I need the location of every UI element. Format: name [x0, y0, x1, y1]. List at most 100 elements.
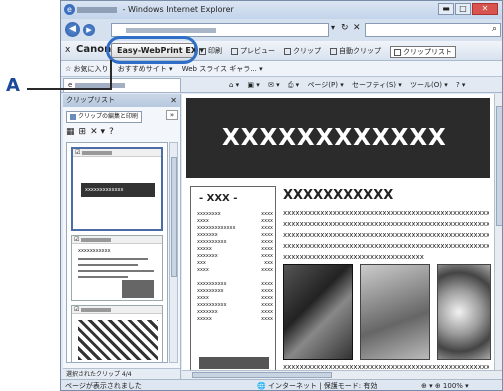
mail-button[interactable]: ✉ ▾: [268, 81, 280, 89]
callout-label: A: [6, 75, 20, 96]
clip-list-button[interactable]: クリップリスト: [390, 46, 456, 58]
refresh-icon[interactable]: ↻: [341, 23, 349, 33]
favorites-button[interactable]: ☆ お気に入り: [65, 65, 109, 73]
close-button[interactable]: ✕: [472, 3, 498, 15]
address-input[interactable]: [111, 23, 329, 37]
print-label: 印刷: [208, 47, 222, 55]
expand-icon[interactable]: »: [166, 110, 178, 120]
print-icon: [199, 47, 206, 55]
clip-line: [78, 264, 138, 266]
clip-panel-close-icon[interactable]: ✕: [170, 94, 177, 107]
article-line: xxxxxxxxxxxxxxxxxxxxxxxxxxxxxxxxxx: [283, 253, 424, 261]
sidebar-row-label: xxxxxxxxxx: [197, 239, 227, 245]
help-menu[interactable]: ? ▾: [456, 81, 465, 89]
callout-leader-line: [110, 60, 112, 90]
auto-clip-button[interactable]: 自動クリップ: [330, 46, 381, 58]
clip-button[interactable]: クリップ: [284, 46, 321, 58]
preview-button[interactable]: プレビュー: [231, 46, 275, 58]
feeds-button[interactable]: ▣ ▾: [247, 81, 259, 89]
clip-item[interactable]: ☑ xxxxxxxxxxx: [71, 235, 163, 301]
zoom-control[interactable]: ⊕ ▾ ⊕ 100% ▾: [421, 380, 469, 390]
cafe-photo: [283, 264, 353, 360]
stop-icon[interactable]: ✕: [353, 23, 361, 33]
back-button[interactable]: ◀: [65, 22, 80, 37]
sidebar-row: xxxxxxx xxxx: [197, 309, 273, 316]
view-grid-icon[interactable]: ▦: [66, 127, 75, 137]
search-icon[interactable]: ⌕: [492, 24, 497, 34]
maximize-button[interactable]: □: [455, 3, 471, 15]
page-vertical-scrollbar[interactable]: [494, 94, 502, 370]
ie-icon: e: [64, 4, 75, 15]
delete-icon[interactable]: ✕ ▾: [90, 127, 105, 137]
clip-title-blur: [82, 150, 113, 155]
sidebar-row-value: xxxx: [261, 302, 273, 308]
tools-menu[interactable]: ツール(O) ▾: [410, 81, 448, 89]
sidebar-row-label: xxxxxxxxx: [197, 288, 224, 294]
auto-clip-icon: [330, 47, 337, 55]
clip-checkbox[interactable]: ☑: [73, 149, 161, 157]
edit-and-print-label: クリップの編集と印刷: [78, 113, 139, 120]
page-menu[interactable]: ページ(P) ▾: [307, 81, 343, 89]
forward-button[interactable]: ▶: [83, 24, 95, 36]
scroll-thumb[interactable]: [171, 157, 177, 277]
sidebar-row-value: xxxx: [261, 309, 273, 315]
web-slice-gallery-link[interactable]: Web スライス ギャラ... ▾: [182, 65, 263, 73]
clip-item[interactable]: ☑: [71, 305, 163, 362]
clip-tools: ▦ ⊞ ✕ ▾ ?: [66, 127, 114, 137]
title-bar: e - Windows Internet Explorer ▬ □ ✕: [61, 1, 502, 19]
page-horizontal-scrollbar[interactable]: [182, 370, 502, 379]
address-dropdown-icon[interactable]: ▾: [331, 23, 335, 32]
ep-commands: 印刷 プレビュー クリップ 自動クリップ クリップリスト: [199, 46, 456, 58]
sidebar-row-value: xxxx: [261, 295, 273, 301]
sidebar-row-value: xxxx: [261, 232, 273, 238]
sidebar-row-value: xxxx: [261, 239, 273, 245]
command-bar: ⌂ ▾ ▣ ▾ ✉ ▾ ⎙ ▾ ページ(P) ▾ セーフティ(S) ▾ ツール(…: [229, 77, 471, 93]
suggested-sites-link[interactable]: おすすめサイト ▾: [118, 65, 173, 73]
article-line: xxxxxxxxxxxxxxxxxxxxxxxxxxxxxxxxxxxxxxxx…: [283, 242, 489, 250]
edit-and-print-clips-button[interactable]: クリップの編集と印刷: [66, 111, 143, 123]
home-button[interactable]: ⌂ ▾: [229, 81, 239, 89]
sidebar-row: xxxx xxxx: [197, 218, 273, 225]
sidebar-row: xxxx xxxx: [197, 295, 273, 302]
edit-icon: [70, 113, 76, 120]
sidebar-box: - XXX - xxxxxxxx xxxx xxxx xxxx xxxxxxxxxxxx…: [190, 186, 276, 370]
toolbar-close-icon[interactable]: x: [65, 45, 70, 55]
sidebar-row-label: xxxxxxx: [197, 253, 218, 259]
sidebar-row-value: xxxx: [261, 288, 273, 294]
sidebar-row-value: xxxx: [261, 218, 273, 224]
sidebar-row-value: xxxx: [261, 253, 273, 259]
highlight-callout-ring: [106, 36, 198, 64]
sidebar-row-value: xxxx: [261, 225, 273, 231]
clip-item[interactable]: ☑ xxxxxxxxxxxxx: [71, 147, 163, 231]
sidebar-row-label: xxxxxxxxxx: [197, 302, 227, 308]
view-tile-icon[interactable]: ⊞: [79, 127, 87, 137]
scroll-thumb[interactable]: [192, 372, 332, 378]
title-blur: [77, 6, 117, 13]
clip-list: ☑ xxxxxxxxxxxxx ☑ xxxxxxxxxxx ☑: [66, 142, 168, 363]
sidebar-row: xxxxxxxxxx xxxx: [197, 302, 273, 309]
clip-line: [78, 258, 148, 260]
search-input[interactable]: ⌕: [365, 23, 501, 37]
help-icon[interactable]: ?: [109, 127, 114, 137]
minimize-button[interactable]: ▬: [438, 3, 454, 15]
sidebar-row-label: xxxxxxxx: [197, 211, 221, 217]
callout-leader-line: [27, 88, 111, 90]
safety-menu[interactable]: セーフティ(S) ▾: [352, 81, 402, 89]
list-gap: [197, 274, 273, 281]
clip-checkbox[interactable]: ☑: [72, 306, 162, 314]
clip-thumbnail-text: xxxxxxxxxxx: [78, 248, 111, 254]
clip-list-scrollbar[interactable]: [169, 142, 178, 363]
scroll-thumb[interactable]: [496, 106, 502, 226]
clip-thumbnail-image: [78, 320, 158, 360]
print-menu-button[interactable]: ⎙ ▾: [288, 81, 299, 89]
sidebar-footer-bar: [199, 357, 269, 369]
sidebar-row-label: xxxxx: [197, 316, 212, 322]
article-text: xxxxxxxxxxxxxxxxxxxxxxxxxxxxxxxxxxxxxxxx…: [283, 208, 489, 263]
print-button[interactable]: 印刷: [199, 46, 222, 58]
clip-thumbnail-image: [122, 280, 154, 298]
clip-list-icon: [394, 48, 401, 56]
sidebar-row: xxxxxxx xxxx: [197, 253, 273, 260]
window-buttons: ▬ □ ✕: [438, 3, 498, 15]
clip-checkbox[interactable]: ☑: [72, 236, 162, 244]
sidebar-row-value: xxx: [264, 260, 273, 266]
